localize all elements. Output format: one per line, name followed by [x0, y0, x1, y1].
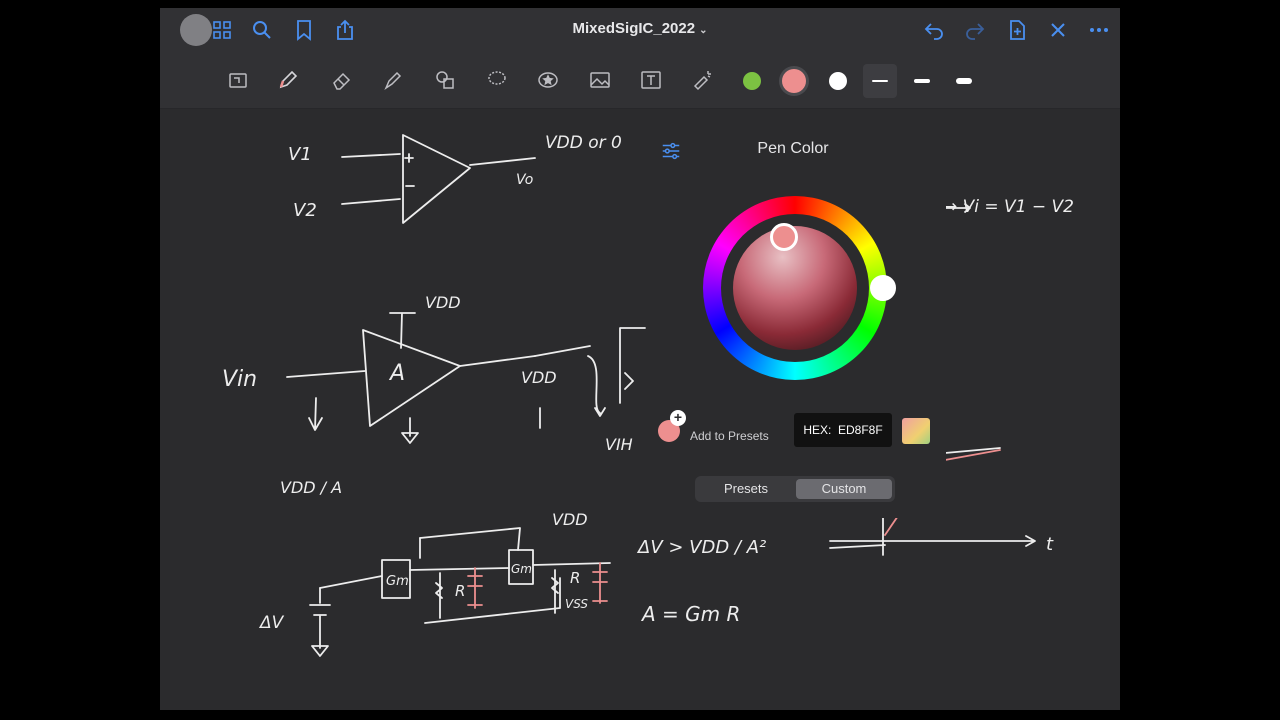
close-icon[interactable] — [1044, 16, 1072, 44]
hex-value: ED8F8F — [838, 423, 883, 437]
label-vdd-3: VDD — [552, 510, 588, 529]
label-t: t — [1046, 534, 1054, 555]
label-vo: Vo — [516, 172, 533, 188]
thin-line-sample — [872, 80, 888, 82]
image-icon[interactable] — [586, 66, 614, 94]
capacitor-1 — [467, 567, 483, 609]
document-title-text: MixedSigIC_2022 — [572, 20, 696, 37]
hue-picker-handle[interactable] — [870, 275, 896, 301]
label-r-1: R — [455, 582, 465, 600]
label-v2: V2 — [293, 200, 317, 221]
label-vdd-2: VDD — [521, 368, 557, 387]
search-icon[interactable] — [248, 16, 276, 44]
label-vin: Vin — [222, 367, 257, 392]
color-white[interactable] — [829, 72, 847, 90]
grid-icon[interactable] — [208, 16, 236, 44]
pen-color-title: Pen Color — [757, 140, 829, 157]
text-icon[interactable] — [637, 66, 665, 94]
add-to-presets-label[interactable]: Add to Presets — [690, 429, 769, 443]
label-v1: V1 — [288, 144, 312, 165]
label-vss: VSS — [565, 597, 588, 611]
thick-line-option[interactable] — [956, 78, 972, 84]
label-vdd-1: VDD — [425, 293, 461, 312]
thin-line-option[interactable] — [863, 64, 897, 98]
label-gm-1: Gm — [386, 574, 409, 589]
undo-icon[interactable] — [920, 16, 948, 44]
capacitor-2 — [592, 562, 608, 604]
app-window: MixedSigIC_2022 ⌄ V1 V2 VDD or 0 Vo → Vi… — [160, 8, 1120, 710]
label-dv: ΔV — [258, 613, 285, 633]
pen-icon[interactable] — [274, 66, 302, 94]
medium-line-option[interactable] — [914, 79, 930, 83]
eraser-icon[interactable] — [328, 66, 356, 94]
lasso-icon[interactable] — [483, 66, 511, 94]
shapes-icon[interactable] — [431, 66, 459, 94]
label-a: A — [388, 361, 405, 386]
more-icon[interactable] — [1085, 16, 1113, 44]
laser-icon[interactable] — [689, 66, 717, 94]
add-page-icon[interactable] — [1003, 16, 1031, 44]
color-picker-handle[interactable] — [770, 223, 798, 251]
label-gm-2: Gm — [511, 562, 532, 576]
highlighter-icon[interactable] — [379, 66, 407, 94]
label-vdd-or-0: VDD or 0 — [545, 133, 622, 153]
color-green[interactable] — [743, 72, 761, 90]
tab-presets[interactable]: Presets — [698, 479, 794, 499]
label-vih: VIH — [605, 435, 633, 454]
label-r-2: R — [570, 569, 580, 587]
share-icon[interactable] — [331, 16, 359, 44]
tool-bar — [160, 52, 1120, 109]
note-canvas[interactable]: V1 V2 VDD or 0 Vo → Vi = V1 − V2 Vin VDD… — [160, 108, 1120, 710]
label-vi-eq: → Vi = V1 − V2 — [943, 197, 1074, 217]
gradient-swatch-icon[interactable] — [902, 418, 930, 444]
preset-custom-segmented: Presets Custom — [695, 476, 895, 502]
add-icon[interactable]: + — [670, 410, 686, 426]
hex-label: HEX: — [803, 423, 832, 437]
hex-input[interactable]: HEX: ED8F8F — [794, 413, 892, 447]
amplifier-a — [362, 329, 461, 427]
sticker-icon[interactable] — [534, 66, 562, 94]
label-dv-condition: ΔV > VDD / A² — [636, 537, 766, 558]
color-pink-selected[interactable] — [782, 69, 806, 93]
redo-icon[interactable] — [961, 16, 989, 44]
tab-custom[interactable]: Custom — [796, 479, 892, 499]
chevron-down-icon: ⌄ — [699, 25, 708, 36]
label-vdd-over-a: VDD / A — [280, 478, 342, 497]
label-a-eq: A = Gm R — [640, 602, 740, 626]
top-bar: MixedSigIC_2022 ⌄ — [160, 8, 1120, 52]
crop-icon[interactable] — [224, 66, 252, 94]
opamp-top — [402, 134, 471, 224]
bookmark-icon[interactable] — [290, 16, 318, 44]
document-title[interactable]: MixedSigIC_2022 ⌄ — [540, 20, 740, 37]
